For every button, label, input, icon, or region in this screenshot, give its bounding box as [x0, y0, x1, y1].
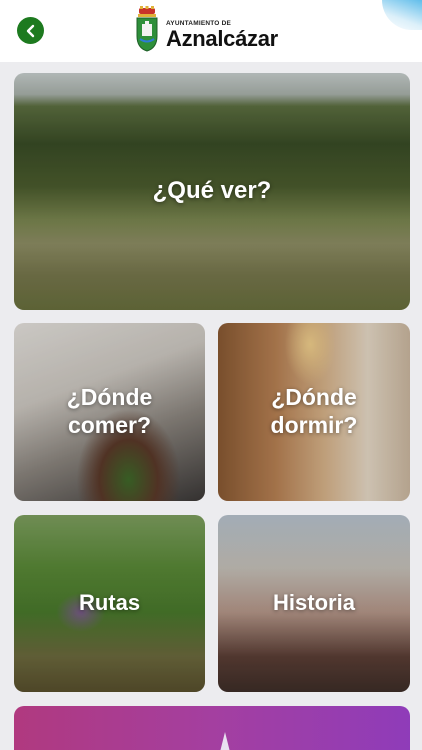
tile-que-ver[interactable]: ¿Qué ver?	[14, 73, 410, 310]
tile-label: Rutas	[78, 590, 141, 616]
tile-donde-dormir[interactable]: ¿Dónde dormir?	[218, 323, 410, 501]
tile-label: Historia	[273, 590, 355, 616]
municipality-logo: AYUNTAMIENTO DE Aznalcázar	[134, 6, 278, 54]
app-header: AYUNTAMIENTO DE Aznalcázar	[0, 0, 422, 62]
tile-historia[interactable]: Historia	[218, 515, 410, 692]
header-decoration	[382, 0, 422, 30]
bottom-tile-graphic	[219, 732, 231, 750]
coat-of-arms-icon	[136, 6, 158, 52]
tile-label: ¿Dónde comer?	[66, 384, 153, 438]
tile-partial-bottom[interactable]	[14, 706, 410, 750]
logo-title: Aznalcázar	[166, 26, 278, 51]
tile-label: ¿Qué ver?	[152, 177, 272, 205]
back-button[interactable]	[17, 17, 44, 44]
tile-rutas[interactable]: Rutas	[14, 515, 205, 692]
tile-label: ¿Dónde dormir?	[270, 384, 358, 438]
chevron-left-icon	[26, 24, 34, 37]
tile-donde-comer[interactable]: ¿Dónde comer?	[14, 323, 205, 501]
